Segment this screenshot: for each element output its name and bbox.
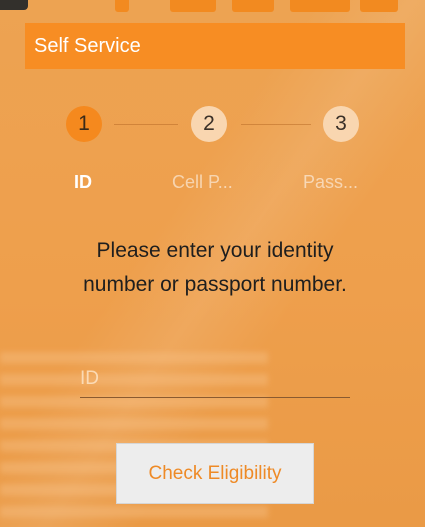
step-connector bbox=[241, 124, 311, 125]
step-1-label: ID bbox=[74, 172, 92, 192]
step-connector bbox=[114, 124, 178, 125]
step-3-indicator: 3 bbox=[323, 106, 359, 142]
id-input[interactable] bbox=[80, 360, 350, 397]
brand-logo bbox=[0, 0, 425, 14]
page-title: Self Service bbox=[34, 34, 141, 57]
logo-dark-mark bbox=[0, 0, 28, 10]
step-2-indicator: 2 bbox=[191, 106, 227, 142]
step-2-label: Cell P... bbox=[172, 172, 233, 192]
page-header: Self Service bbox=[25, 23, 405, 69]
instruction-text: Please enter your identity number or pas… bbox=[83, 239, 347, 296]
id-field bbox=[80, 360, 350, 398]
check-eligibility-button[interactable]: Check Eligibility bbox=[116, 443, 314, 504]
step-3-label: Pass... bbox=[303, 172, 359, 192]
progress-stepper: 1 2 3 bbox=[0, 106, 425, 146]
step-1-indicator: 1 bbox=[66, 106, 102, 142]
